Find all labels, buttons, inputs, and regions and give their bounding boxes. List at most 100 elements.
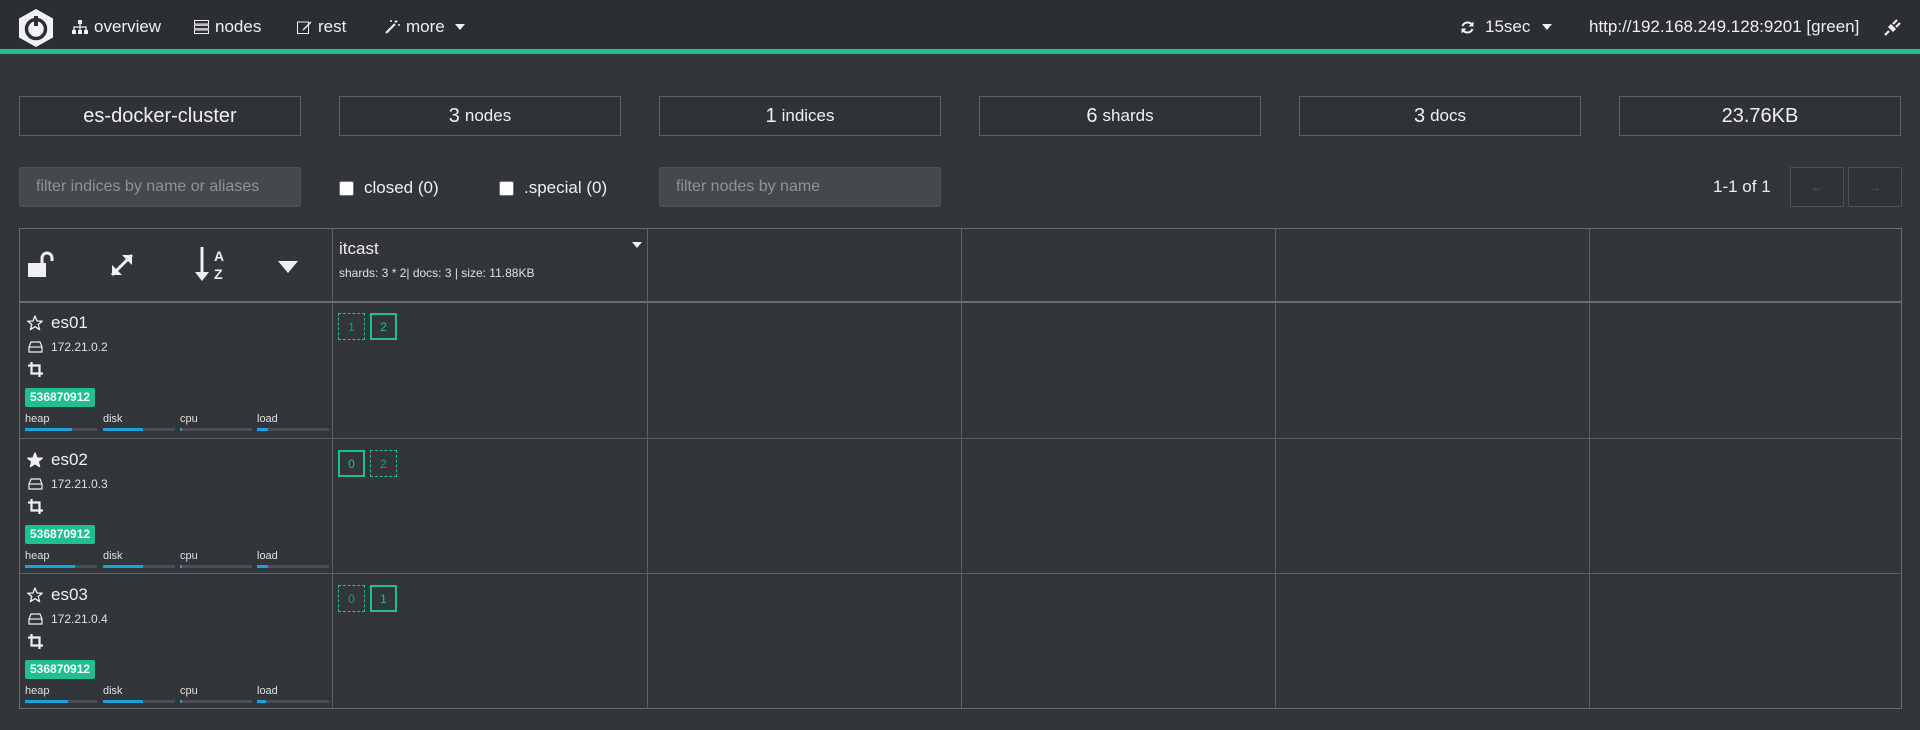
metric-fill (180, 700, 182, 703)
metric-track (180, 565, 252, 568)
stat-nodes: 3 nodes (339, 96, 621, 136)
cluster-url-label: http://192.168.249.128:9201 [green] (1589, 17, 1860, 36)
metric-track (25, 428, 97, 431)
replica-shard[interactable]: 1 (338, 313, 365, 340)
metric-load: load (257, 685, 329, 703)
metric-fill (103, 565, 143, 568)
metric-fill (180, 428, 182, 431)
caret-down-icon (454, 24, 465, 30)
cluster-url[interactable]: http://192.168.249.128:9201 [green] (1589, 17, 1859, 37)
stat-shards: 6 shards (979, 96, 1261, 136)
star-outline-icon (27, 587, 43, 603)
metric-track (180, 428, 252, 431)
nav-rest[interactable]: rest (297, 17, 346, 37)
metric-track (257, 565, 329, 568)
crop-icon (28, 362, 43, 377)
shards-label: shards (1102, 106, 1154, 125)
filter-nodes-input[interactable] (659, 167, 941, 207)
metric-label: disk (103, 550, 123, 562)
closed-indices-checkbox[interactable]: closed (0) (339, 178, 439, 198)
cerebro-logo-icon[interactable] (16, 8, 56, 48)
special-checkbox[interactable] (499, 180, 514, 196)
primary-shard[interactable]: 2 (370, 313, 397, 340)
shard-id: 2 (380, 319, 387, 334)
metric-track (180, 700, 252, 703)
heap-max-badge: 536870912 (25, 388, 96, 407)
metric-cpu: cpu (180, 685, 252, 703)
node-name[interactable]: es01 (51, 313, 88, 333)
metric-fill (257, 428, 268, 431)
star-filled-icon (27, 452, 43, 468)
pagination-prev-button[interactable]: ← (1790, 167, 1844, 207)
node-name[interactable]: es03 (51, 585, 88, 605)
svg-text:Z: Z (214, 266, 223, 282)
node-row-0: es01 172.21.0.2 536870912 heap disk cpu load (20, 303, 331, 438)
nav-nodes[interactable]: nodes (194, 17, 261, 37)
metric-fill (103, 428, 143, 431)
nav-more-label: more (406, 17, 445, 36)
metric-label: load (257, 413, 278, 425)
refresh-interval-dropdown[interactable]: 15sec (1460, 17, 1553, 37)
node-ip: 172.21.0.2 (51, 340, 108, 354)
node-ip: 172.21.0.4 (51, 612, 108, 626)
shard-id: 1 (380, 591, 387, 606)
metric-label: cpu (180, 413, 198, 425)
metric-disk: disk (103, 550, 175, 568)
shards-count: 6 (1086, 104, 1098, 127)
edit-icon (297, 21, 312, 34)
refresh-icon (1461, 21, 1474, 33)
metric-fill (103, 700, 143, 703)
unlock-icon[interactable] (26, 249, 56, 279)
metric-label: load (257, 550, 278, 562)
nav-overview[interactable]: overview (72, 17, 161, 37)
primary-shard[interactable]: 0 (338, 450, 365, 477)
expand-icon[interactable] (108, 251, 136, 279)
primary-shard[interactable]: 1 (370, 585, 397, 612)
metric-fill (180, 565, 182, 568)
nav-more-dropdown[interactable]: more (385, 17, 465, 37)
sort-alpha-icon[interactable]: A Z (194, 245, 228, 283)
pagination-next-button[interactable]: → (1848, 167, 1902, 207)
filter-indices-input[interactable] (19, 167, 301, 207)
replica-shard[interactable]: 0 (338, 585, 365, 612)
indices-count: 1 (765, 104, 777, 127)
total-size: 23.76KB (1721, 104, 1799, 127)
sitemap-icon (72, 20, 88, 34)
hdd-icon (28, 478, 43, 490)
metric-label: load (257, 685, 278, 697)
metric-fill (257, 565, 268, 568)
docs-count: 3 (1413, 104, 1426, 127)
cluster-overview-grid: A Z itcast shards: 3 * 2| docs: 3 | size… (19, 228, 1902, 709)
special-indices-checkbox[interactable]: .special (0) (499, 178, 607, 198)
stat-size: 23.76KB (1619, 96, 1901, 136)
plug-icon[interactable] (1884, 18, 1902, 36)
index-meta: shards: 3 * 2| docs: 3 | size: 11.88KB (339, 266, 535, 280)
shard-id: 2 (380, 456, 387, 471)
index-dropdown-caret-icon[interactable] (632, 242, 642, 248)
metric-label: disk (103, 413, 123, 425)
crop-icon (28, 634, 43, 649)
magic-wand-icon (385, 20, 400, 34)
metric-track (103, 565, 175, 568)
closed-checkbox[interactable] (339, 180, 354, 196)
metric-load: load (257, 413, 329, 431)
node-row-2: es03 172.21.0.4 536870912 heap disk cpu load (20, 575, 331, 710)
shard-id: 0 (348, 456, 355, 471)
prev-arrow-label: ← (1811, 180, 1823, 194)
metric-fill (25, 428, 72, 431)
shard-id: 0 (348, 591, 355, 606)
metric-fill (257, 700, 266, 703)
metric-disk: disk (103, 413, 175, 431)
node-name[interactable]: es02 (51, 450, 88, 470)
metric-label: heap (25, 413, 50, 425)
index-name: itcast (339, 239, 379, 258)
stat-indices: 1 indices (659, 96, 941, 136)
replica-shard[interactable]: 2 (370, 450, 397, 477)
stat-cluster-name: es-docker-cluster (19, 96, 301, 136)
metric-label: heap (25, 550, 50, 562)
caret-down-icon[interactable] (278, 261, 298, 273)
hdd-icon (28, 613, 43, 625)
metric-track (103, 700, 175, 703)
heap-max-badge: 536870912 (25, 525, 96, 544)
metric-track (103, 428, 175, 431)
